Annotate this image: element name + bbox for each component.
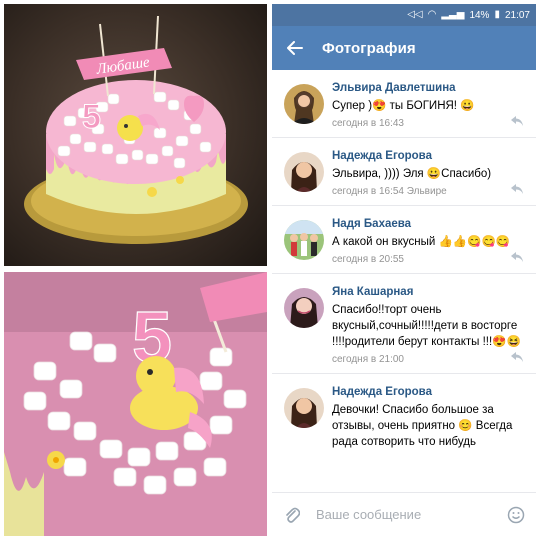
comment-meta: сегодня в 20:55: [332, 254, 404, 265]
avatar[interactable]: [284, 288, 324, 328]
status-time: 21:07: [504, 9, 530, 21]
mute-icon: ◁◁: [407, 9, 423, 20]
page-title: Фотография: [322, 39, 416, 57]
status-bar: ◁◁ ◠ ▂▃▅ 14% ▮ 21:07: [272, 4, 536, 26]
message-composer: [272, 492, 536, 536]
arrow-left-icon: [287, 41, 303, 55]
comment-author[interactable]: Надя Бахаева: [332, 218, 526, 230]
comment-author[interactable]: Надежда Егорова: [332, 150, 526, 162]
svg-text:5: 5: [82, 98, 101, 136]
comment-item: Надя Бахаева А какой он вкусный 👍👍😋😋😋 се…: [272, 206, 536, 274]
comment-list: Эльвира Давлетшина Супер )😍 ты БОГИНЯ! 😀…: [272, 70, 536, 492]
avatar[interactable]: [284, 84, 324, 124]
avatar[interactable]: [284, 388, 324, 428]
comment-meta: сегодня в 16:54 Эльвире: [332, 186, 447, 197]
emoji-button[interactable]: [506, 505, 526, 525]
comment-item: Яна Кашарная Спасибо!!торт очень вкусный…: [272, 274, 536, 374]
cake-photo-top: 5 Любаше: [4, 4, 267, 266]
reply-icon[interactable]: [510, 251, 524, 263]
comment-meta: сегодня в 21:00: [332, 354, 404, 365]
comment-text: Девочки! Спасибо большое за отзывы, очен…: [332, 404, 513, 448]
cake-photo-bottom: 5: [4, 272, 267, 536]
comment-item: Надежда Егорова Эльвира, )))) Эля 😀Спаси…: [272, 138, 536, 206]
battery-level: 14%: [469, 9, 490, 21]
comment-text: Эльвира, )))) Эля 😀Спасибо): [332, 168, 492, 180]
comment-item: Эльвира Давлетшина Супер )😍 ты БОГИНЯ! 😀…: [272, 70, 536, 138]
back-button[interactable]: [284, 37, 306, 59]
reply-icon[interactable]: [510, 115, 524, 127]
cake-illustration-bottom: 5: [4, 272, 267, 536]
comment-text: Спасибо!!торт очень вкусный,сочный!!!!!д…: [332, 304, 521, 348]
attach-button[interactable]: [282, 505, 302, 525]
cake-illustration-top: 5 Любаше: [24, 15, 248, 244]
comment-author[interactable]: Яна Кашарная: [332, 286, 526, 298]
comment-text: А какой он вкусный 👍👍😋😋😋: [332, 236, 511, 248]
message-input[interactable]: [316, 507, 506, 522]
wifi-icon: ◠: [427, 9, 437, 20]
paperclip-icon: [286, 507, 300, 523]
phone-screen: ◁◁ ◠ ▂▃▅ 14% ▮ 21:07 Фотография Эльвира …: [272, 4, 536, 536]
comment-meta: сегодня в 16:43: [332, 118, 404, 129]
comment-text: Супер )😍 ты БОГИНЯ! 😀: [332, 100, 475, 112]
smiley-icon: [507, 506, 525, 523]
reply-icon[interactable]: [510, 351, 524, 363]
signal-icon: ▂▃▅: [441, 9, 465, 20]
photo-collage: 5 Любаше 5 ◁◁ ◠ ▂▃▅ 14% ▮ 21:07 Фотограф…: [0, 0, 540, 540]
reply-icon[interactable]: [510, 183, 524, 195]
comment-item: Надежда Егорова Девочки! Спасибо большое…: [272, 374, 536, 458]
app-bar: Фотография: [272, 26, 536, 70]
battery-icon: ▮: [494, 9, 500, 20]
avatar[interactable]: [284, 152, 324, 192]
comment-author[interactable]: Эльвира Давлетшина: [332, 82, 526, 94]
avatar[interactable]: [284, 220, 324, 260]
comment-author[interactable]: Надежда Егорова: [332, 386, 526, 398]
